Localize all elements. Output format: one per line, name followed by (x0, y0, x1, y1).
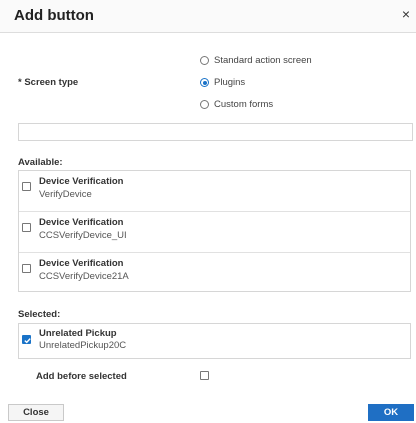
item-subtitle: CCSVerifyDevice_UI (39, 230, 127, 241)
radio-label: Custom forms (214, 99, 274, 110)
radio-standard-action-screen[interactable]: Standard action screen (200, 55, 312, 66)
radio-label: Standard action screen (214, 55, 312, 66)
add-before-selected-label: Add before selected (36, 371, 127, 382)
item-title: Unrelated Pickup (39, 328, 117, 339)
checkbox-checked[interactable] (22, 335, 31, 344)
list-item[interactable]: Device Verification VerifyDevice (19, 171, 410, 212)
radio-label: Plugins (214, 77, 246, 88)
item-title: Device Verification (39, 258, 124, 269)
item-title: Device Verification (39, 217, 124, 228)
available-label: Available: (18, 157, 63, 168)
checkmark-icon (24, 338, 31, 344)
checkbox[interactable] (22, 223, 31, 232)
checkbox[interactable] (22, 182, 31, 191)
radio-custom-forms[interactable]: Custom forms (200, 99, 273, 110)
screen-type-label: * Screen type (18, 77, 79, 88)
dialog-header: Add button × (0, 0, 416, 33)
close-button[interactable]: Close (8, 404, 64, 421)
list-item[interactable]: Device Verification CCSVerifyDevice21A (19, 253, 410, 291)
list-item[interactable]: Unrelated Pickup UnrelatedPickup20C (19, 324, 410, 358)
item-subtitle: VerifyDevice (39, 189, 92, 200)
list-item[interactable]: Device Verification CCSVerifyDevice_UI (19, 212, 410, 253)
selected-list[interactable]: Unrelated Pickup UnrelatedPickup20C (18, 323, 411, 359)
dialog-title: Add button (14, 7, 94, 24)
close-icon[interactable]: × (402, 6, 410, 22)
item-title: Device Verification (39, 176, 124, 187)
search-input[interactable] (18, 123, 413, 141)
selected-label: Selected: (18, 309, 61, 320)
ok-button[interactable]: OK (368, 404, 414, 421)
checkbox[interactable] (22, 264, 31, 273)
radio-icon[interactable] (200, 100, 209, 109)
add-button-dialog: Add button × Standard action screen * Sc… (0, 0, 416, 423)
radio-plugins[interactable]: Plugins (200, 77, 245, 88)
radio-selected-icon[interactable] (200, 78, 209, 87)
item-subtitle: UnrelatedPickup20C (39, 340, 127, 351)
radio-icon[interactable] (200, 56, 209, 65)
item-subtitle: CCSVerifyDevice21A (39, 271, 129, 282)
add-before-selected-checkbox[interactable] (200, 371, 209, 380)
available-list[interactable]: Device Verification VerifyDevice Device … (18, 170, 411, 292)
